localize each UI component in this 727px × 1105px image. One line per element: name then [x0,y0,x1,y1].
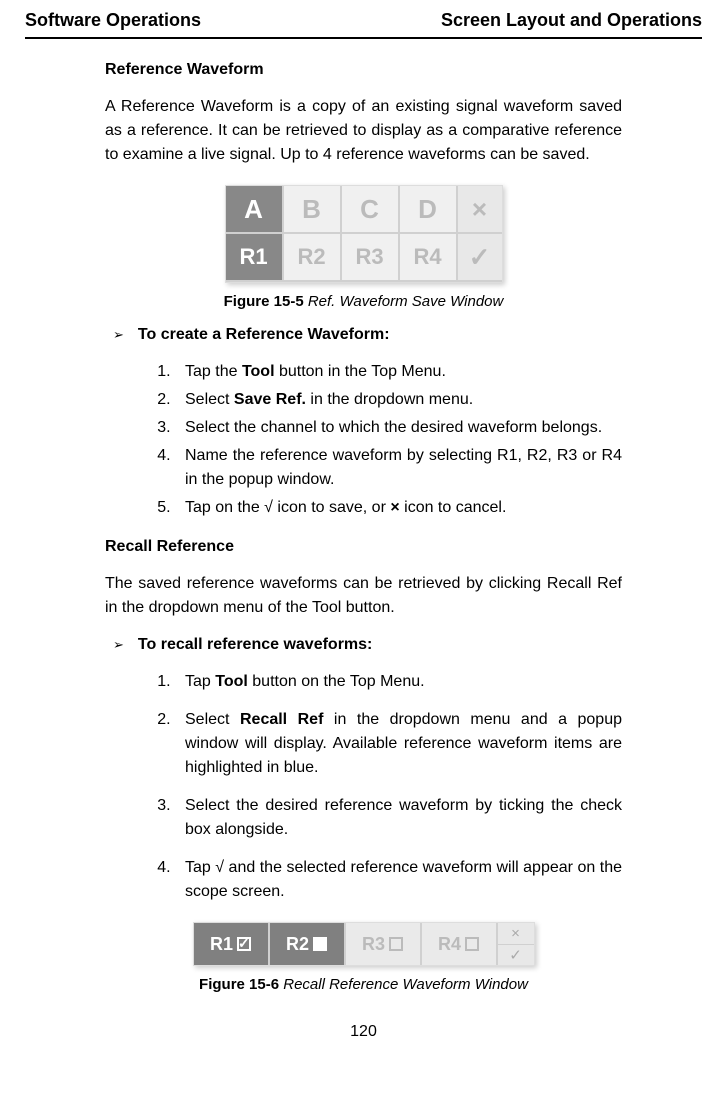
save-channel-c-button[interactable]: C [342,186,400,234]
create-reference-title: To create a Reference Waveform: [138,326,390,344]
confirm-check-icon[interactable]: ✓ [498,945,534,966]
recall-reference-window: R1 R2 R3 R4 × ✓ [193,922,535,966]
chevron-right-icon: ➢ [113,327,124,343]
save-channel-b-button[interactable]: B [284,186,342,234]
save-slot-r2-button[interactable]: R2 [284,234,342,282]
recall-r4-label: R4 [438,934,461,955]
checkbox-empty-icon [465,937,479,951]
page-content: Reference Waveform A Reference Waveform … [25,61,702,993]
figure-15-5-label: Figure 15-5 [224,293,304,310]
list-item: Select the desired reference waveform by… [175,794,622,842]
create-reference-procedure: ➢ To create a Reference Waveform: [105,326,622,344]
recall-r1-button[interactable]: R1 [194,923,270,965]
close-icon[interactable]: × [498,923,534,945]
figure-15-6-label: Figure 15-6 [199,976,279,993]
checkbox-filled-icon [313,937,327,951]
save-channel-d-button[interactable]: D [400,186,458,234]
list-item: Tap on the √ icon to save, or × icon to … [175,496,622,520]
header-left: Software Operations [25,10,201,31]
list-item: Select Recall Ref in the dropdown menu a… [175,708,622,780]
save-slot-r3-button[interactable]: R3 [342,234,400,282]
create-reference-steps: Tap the Tool button in the Top Menu. Sel… [105,360,622,520]
save-slot-r1-button[interactable]: R1 [226,234,284,282]
header-right: Screen Layout and Operations [441,10,702,31]
figure-15-6: R1 R2 R3 R4 × ✓ Figure 15-6 Recall Refer… [105,922,622,993]
recall-r2-label: R2 [286,934,309,955]
list-item: Tap √ and the selected reference wavefor… [175,856,622,904]
list-item: Select the channel to which the desired … [175,416,622,440]
close-icon[interactable]: × [458,186,502,234]
recall-r4-button[interactable]: R4 [422,923,498,965]
figure-15-5-title: Ref. Waveform Save Window [304,293,504,310]
page-header: Software Operations Screen Layout and Op… [25,10,702,39]
save-slot-r4-button[interactable]: R4 [400,234,458,282]
recall-reference-title: Recall Reference [105,538,622,556]
recall-r1-label: R1 [210,934,233,955]
reference-waveform-title: Reference Waveform [105,61,622,79]
list-item: Tap Tool button on the Top Menu. [175,670,622,694]
figure-15-6-caption: Figure 15-6 Recall Reference Waveform Wi… [105,976,622,993]
checkbox-empty-icon [389,937,403,951]
recall-reference-proc-title: To recall reference waveforms: [138,636,372,654]
reference-waveform-para: A Reference Waveform is a copy of an exi… [105,95,622,167]
recall-reference-procedure: ➢ To recall reference waveforms: [105,636,622,654]
figure-15-6-title: Recall Reference Waveform Window [279,976,528,993]
list-item: Name the reference waveform by selecting… [175,444,622,492]
recall-r2-button[interactable]: R2 [270,923,346,965]
list-item: Select Save Ref. in the dropdown menu. [175,388,622,412]
recall-reference-steps: Tap Tool button on the Top Menu. Select … [105,670,622,904]
ref-waveform-save-window: A B C D × R1 R2 R3 R4 ✓ [225,185,503,283]
recall-r3-label: R3 [362,934,385,955]
figure-15-5: A B C D × R1 R2 R3 R4 ✓ Figure 15-5 Ref.… [105,185,622,310]
checkbox-checked-icon [237,937,251,951]
page-number: 120 [25,1023,702,1041]
list-item: Tap the Tool button in the Top Menu. [175,360,622,384]
save-channel-a-button[interactable]: A [226,186,284,234]
chevron-right-icon: ➢ [113,637,124,653]
recall-r3-button[interactable]: R3 [346,923,422,965]
recall-reference-para: The saved reference waveforms can be ret… [105,572,622,620]
figure-15-5-caption: Figure 15-5 Ref. Waveform Save Window [105,293,622,310]
confirm-check-icon[interactable]: ✓ [458,234,502,282]
